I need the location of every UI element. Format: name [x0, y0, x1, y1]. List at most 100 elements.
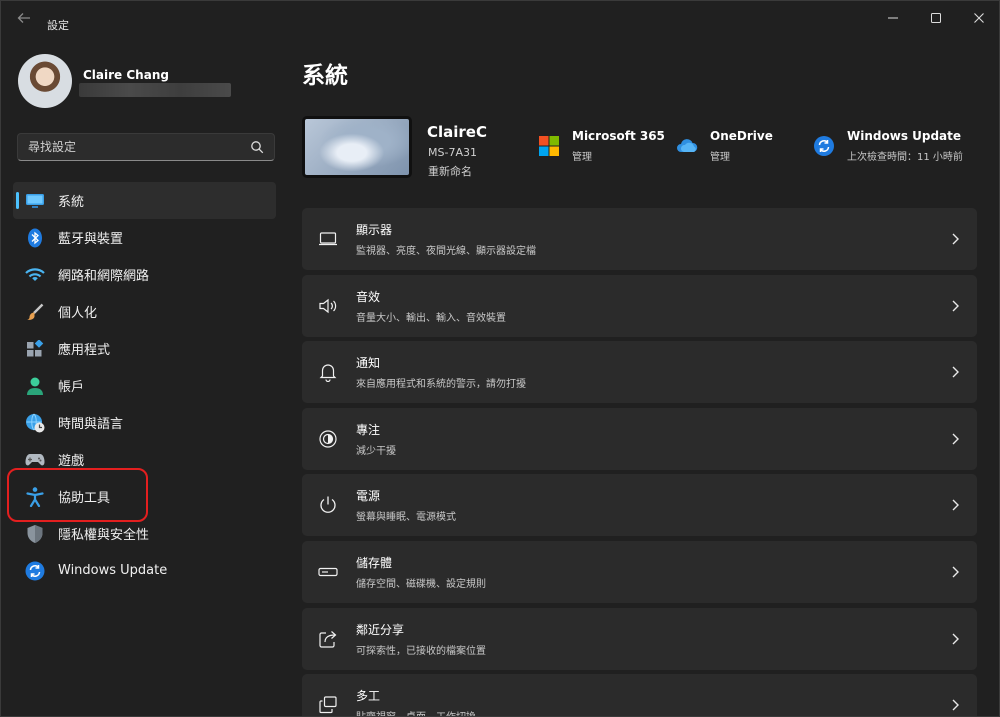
chevron-right-icon	[952, 499, 959, 511]
multitask-icon	[318, 695, 338, 715]
card-sub: 可探索性，已接收的檔案位置	[356, 645, 486, 657]
sidebar-nav: 系統 藍牙與裝置 網路和網際網路 個人化 應用程式 帳戶 時間與語言 遊戲 協助…	[13, 182, 276, 589]
windows-update-icon	[814, 136, 834, 156]
profile-name: Claire Chang	[83, 68, 169, 82]
quick-title: Microsoft 365	[572, 129, 665, 143]
onedrive-cloud-icon	[677, 139, 698, 152]
display-icon	[318, 229, 338, 249]
card-storage[interactable]: 儲存體 儲存空間、磁碟機、設定規則	[302, 540, 977, 603]
quick-sub: 管理	[710, 152, 730, 163]
sidebar-item-label: 藍牙與裝置	[58, 232, 124, 247]
minimize-button[interactable]	[878, 7, 908, 29]
settings-window: 設定 Claire Chang 系統 藍牙與裝置	[0, 0, 1000, 717]
card-notifications[interactable]: 通知 來自應用程式和系統的警示，請勿打擾	[302, 341, 977, 404]
quick-onedrive[interactable]: OneDrive 管理	[676, 129, 773, 163]
card-title: 顯示器	[356, 223, 393, 237]
sidebar-item-windows-update[interactable]: Windows Update	[13, 552, 276, 589]
storage-icon	[318, 562, 338, 582]
avatar[interactable]	[18, 54, 72, 108]
quick-sub: 上次檢查時間：11 小時前	[847, 152, 963, 163]
page-title: 系統	[302, 63, 348, 89]
card-title: 儲存體	[356, 555, 393, 570]
shield-icon	[25, 524, 45, 544]
maximize-icon	[931, 13, 941, 23]
rename-link[interactable]: 重新命名	[428, 163, 472, 179]
app-title: 設定	[47, 19, 69, 32]
quick-title: Windows Update	[847, 129, 962, 143]
chevron-right-icon	[952, 233, 959, 245]
minimize-icon	[888, 17, 898, 19]
sidebar-item-system[interactable]: 系統	[13, 182, 276, 219]
sidebar-item-accounts[interactable]: 帳戶	[13, 367, 276, 404]
arrow-left-icon	[17, 13, 30, 23]
close-button[interactable]	[964, 7, 994, 29]
microsoft-logo-icon	[539, 136, 559, 156]
card-focus[interactable]: 專注 減少干擾	[302, 407, 977, 470]
speaker-icon	[318, 296, 338, 316]
sidebar-item-time-language[interactable]: 時間與語言	[13, 404, 276, 441]
gamepad-icon	[25, 450, 45, 470]
sidebar-item-apps[interactable]: 應用程式	[13, 330, 276, 367]
sidebar-item-label: 帳戶	[58, 380, 85, 395]
card-multitasking[interactable]: 多工 貼齊視窗、桌面、工作切換	[302, 674, 977, 716]
account-icon	[25, 376, 45, 396]
sidebar-item-label: 個人化	[58, 306, 98, 321]
system-monitor-icon	[25, 191, 45, 211]
search-box[interactable]	[17, 133, 275, 161]
card-sub: 儲存空間、磁碟機、設定規則	[356, 578, 486, 590]
card-title: 通知	[356, 356, 381, 371]
card-title: 音效	[356, 289, 381, 304]
card-title: 鄰近分享	[356, 622, 405, 637]
chevron-right-icon	[952, 633, 959, 645]
card-title: 專注	[356, 422, 381, 437]
search-icon[interactable]	[250, 140, 264, 154]
quick-windows-update[interactable]: Windows Update 上次檢查時間：11 小時前	[813, 129, 963, 163]
apps-icon	[25, 339, 45, 359]
focus-icon	[318, 429, 338, 449]
card-sub: 音量大小、輸出、輸入、音效裝置	[356, 312, 506, 324]
card-sub: 螢幕與睡眠、電源模式	[356, 512, 456, 524]
device-wallpaper-thumbnail	[302, 116, 412, 178]
power-icon	[318, 495, 338, 515]
back-button[interactable]	[13, 7, 35, 29]
chevron-right-icon	[952, 699, 959, 711]
sidebar-item-label: 網路和網際網路	[58, 269, 150, 284]
sidebar-item-label: 遊戲	[58, 454, 85, 469]
bell-icon	[318, 362, 338, 383]
sidebar-item-label: 隱私權與安全性	[58, 528, 150, 543]
close-icon	[974, 13, 984, 23]
quick-title: OneDrive	[710, 129, 773, 143]
card-sub: 減少干擾	[356, 445, 396, 457]
sidebar-item-bluetooth[interactable]: 藍牙與裝置	[13, 219, 276, 256]
device-model: MS-7A31	[428, 146, 477, 159]
chevron-right-icon	[952, 300, 959, 312]
paintbrush-icon	[25, 302, 45, 322]
profile-email-redacted	[79, 83, 231, 97]
quick-microsoft-365[interactable]: Microsoft 365 管理	[538, 129, 665, 163]
wifi-icon	[25, 265, 45, 285]
maximize-button[interactable]	[921, 7, 951, 29]
card-sub: 貼齊視窗、桌面、工作切換	[356, 708, 476, 716]
sidebar-item-personalization[interactable]: 個人化	[13, 293, 276, 330]
accessibility-highlight-ring	[7, 468, 148, 522]
search-input[interactable]	[28, 140, 228, 154]
card-display[interactable]: 顯示器 監視器、亮度、夜間光線、顯示器設定檔	[302, 208, 977, 270]
chevron-right-icon	[952, 366, 959, 378]
card-sub: 來自應用程式和系統的警示，請勿打擾	[356, 379, 526, 391]
sidebar-item-network[interactable]: 網路和網際網路	[13, 256, 276, 293]
card-nearby-sharing[interactable]: 鄰近分享 可探索性，已接收的檔案位置	[302, 607, 977, 670]
sidebar-item-label: Windows Update	[58, 563, 168, 578]
settings-list: 顯示器 監視器、亮度、夜間光線、顯示器設定檔 音效 音量大小、輸出、輸入、音效裝…	[302, 208, 977, 716]
sidebar-item-label: 應用程式	[58, 343, 111, 358]
chevron-right-icon	[952, 566, 959, 578]
card-power[interactable]: 電源 螢幕與睡眠、電源模式	[302, 474, 977, 537]
bluetooth-icon	[25, 228, 45, 248]
sidebar-item-label: 系統	[58, 195, 85, 210]
chevron-right-icon	[952, 433, 959, 445]
card-sound[interactable]: 音效 音量大小、輸出、輸入、音效裝置	[302, 274, 977, 337]
card-sub: 監視器、亮度、夜間光線、顯示器設定檔	[356, 246, 536, 257]
card-title: 電源	[356, 489, 381, 504]
globe-clock-icon	[25, 413, 45, 433]
title-bar: 設定	[1, 1, 999, 35]
quick-sub: 管理	[572, 152, 592, 163]
